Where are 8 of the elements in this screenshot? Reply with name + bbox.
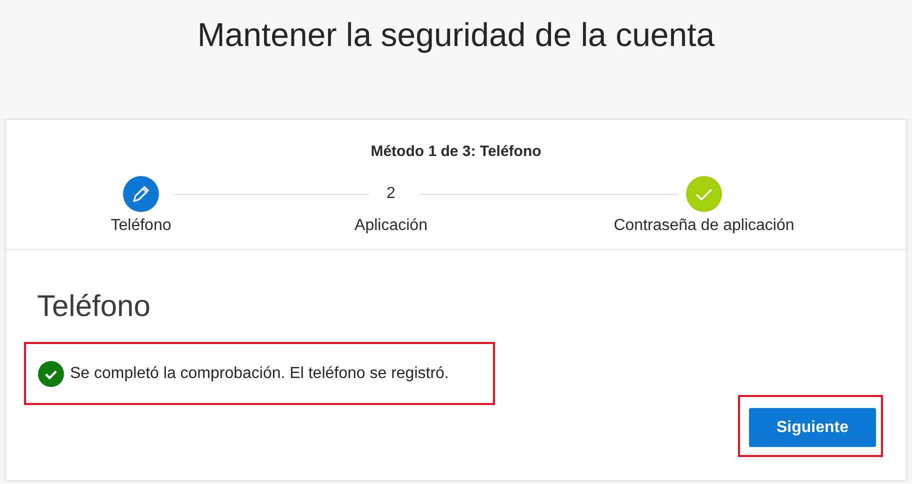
step-label: Aplicación xyxy=(354,217,428,235)
next-button[interactable]: Siguiente xyxy=(749,408,876,447)
step-label: Teléfono xyxy=(110,217,172,235)
page-title: Mantener la seguridad de la cuenta xyxy=(196,15,716,55)
section-title: Teléfono xyxy=(37,290,152,325)
progress-heading: Método 1 de 3: Teléfono xyxy=(370,143,542,162)
step-label: Contraseña de aplicación xyxy=(614,217,794,235)
status-message: Se completó la comprobación. El teléfono se registró. xyxy=(70,364,449,382)
